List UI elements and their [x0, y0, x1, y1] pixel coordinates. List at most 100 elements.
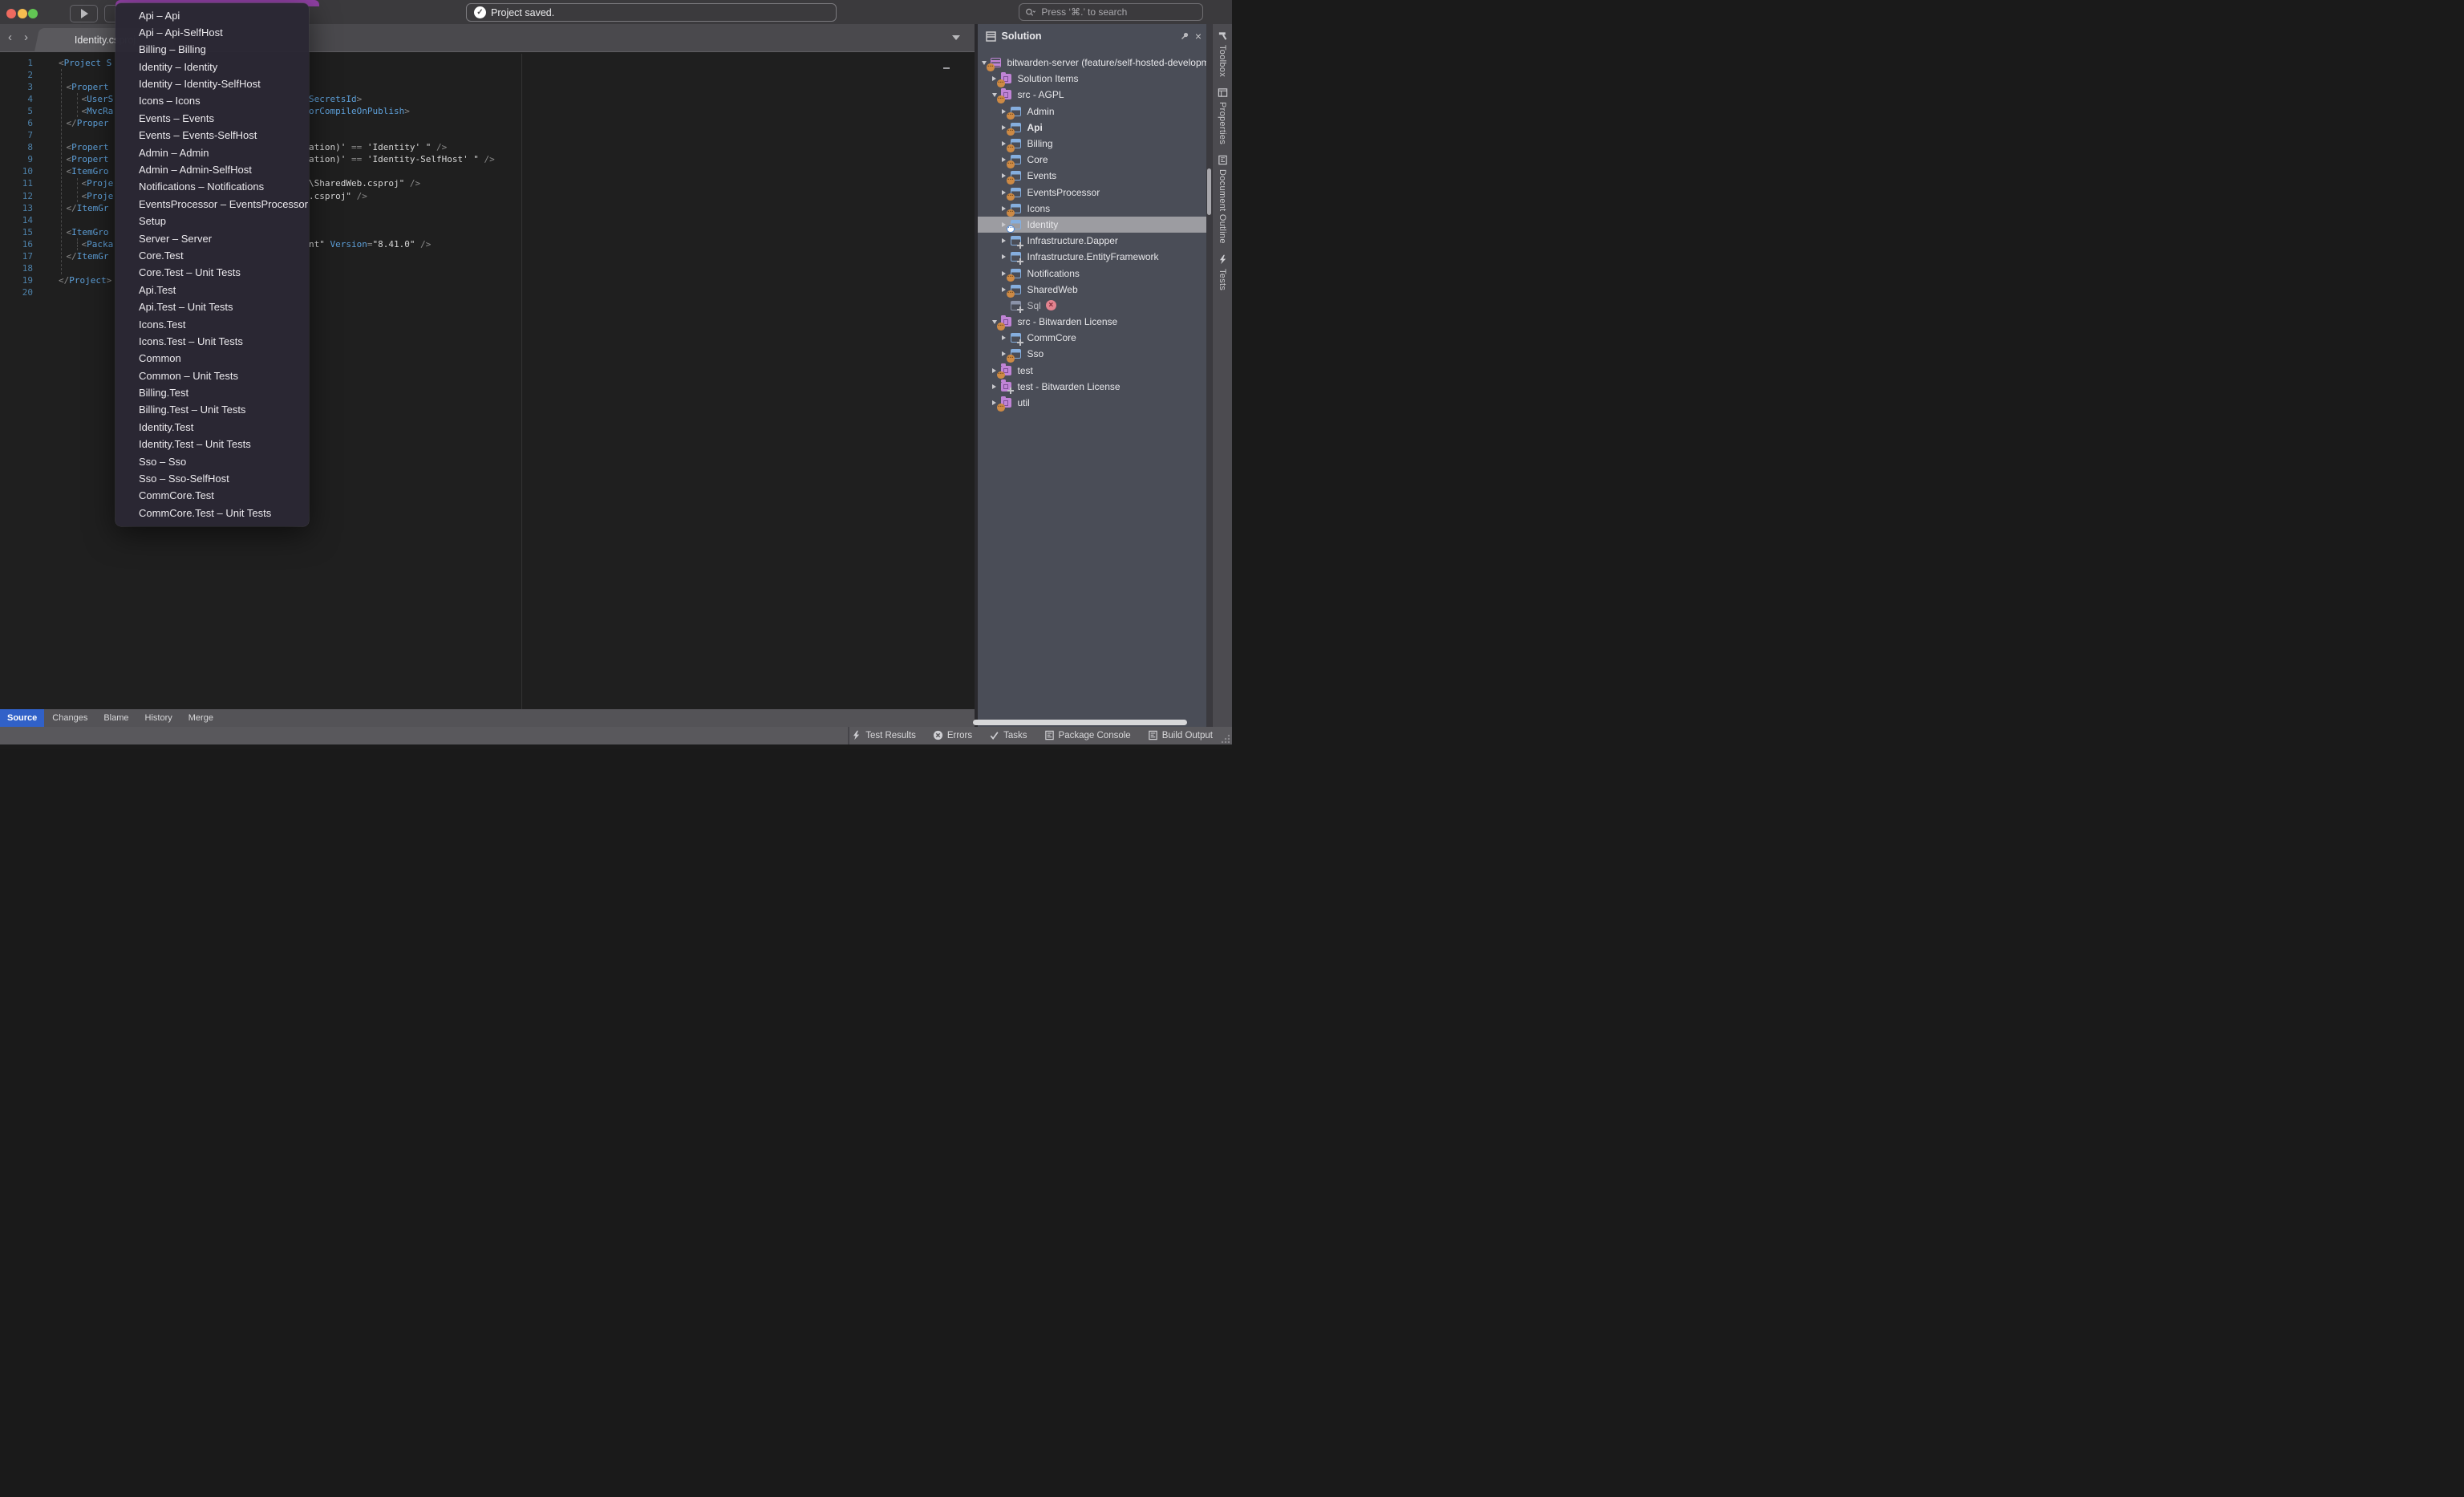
- dock-item-test-results[interactable]: Test Results: [851, 730, 916, 740]
- tree-row-test-bitwarden-license[interactable]: test - Bitwarden License: [978, 379, 1207, 395]
- tree-row-identity[interactable]: Identity: [978, 217, 1207, 233]
- tree-row-solution-items[interactable]: Solution Items: [978, 71, 1207, 87]
- code-token: Packa: [87, 239, 113, 250]
- tree-row-src-bitwarden-license[interactable]: src - Bitwarden License: [978, 314, 1207, 330]
- tree-row-sharedweb[interactable]: SharedWeb: [978, 282, 1207, 298]
- tree-row-notifications[interactable]: Notifications: [978, 265, 1207, 281]
- dock-item-tasks[interactable]: Tasks: [989, 730, 1027, 740]
- chevron-collapsed-icon[interactable]: [1000, 335, 1008, 340]
- config-menu-item[interactable]: Icons.Test – Unit Tests: [116, 333, 309, 350]
- config-menu-item[interactable]: Identity.Test – Unit Tests: [116, 436, 309, 452]
- config-menu-item[interactable]: Core.Test – Unit Tests: [116, 264, 309, 281]
- global-search-box[interactable]: [1019, 3, 1203, 21]
- dock-item-errors[interactable]: Errors: [933, 730, 972, 740]
- project-icon: [1011, 155, 1021, 164]
- dock-tab-properties[interactable]: Properties: [1218, 87, 1228, 144]
- minimize-window-button[interactable]: [18, 9, 27, 18]
- config-menu-item[interactable]: Setup: [116, 213, 309, 229]
- tree-row-api[interactable]: Api: [978, 120, 1207, 136]
- tree-row-sso[interactable]: Sso: [978, 346, 1207, 362]
- solution-scrollbar-thumb[interactable]: [1207, 168, 1211, 215]
- view-tab-source[interactable]: Source: [0, 709, 44, 728]
- config-menu-item[interactable]: Icons.Test: [116, 316, 309, 333]
- code-text: </Project>: [59, 275, 111, 286]
- view-tab-blame[interactable]: Blame: [95, 709, 136, 728]
- dock-item-label: Tasks: [1003, 731, 1027, 740]
- config-menu-item[interactable]: Admin – Admin-SelfHost: [116, 161, 309, 178]
- tree-row-billing[interactable]: Billing: [978, 136, 1207, 152]
- line-number: 16: [0, 239, 44, 250]
- config-menu-item[interactable]: Api.Test: [116, 282, 309, 298]
- chevron-collapsed-icon[interactable]: [1000, 254, 1008, 259]
- config-menu-item[interactable]: Core.Test: [116, 247, 309, 264]
- dock-tab-tests[interactable]: Tests: [1218, 254, 1228, 290]
- navigate-back-button[interactable]: ‹: [8, 30, 12, 46]
- tree-row-infrastructure-dapper[interactable]: Infrastructure.Dapper: [978, 233, 1207, 249]
- solution-scrollbar-track[interactable]: [1206, 24, 1212, 727]
- config-menu-item[interactable]: Api.Test – Unit Tests: [116, 298, 309, 315]
- config-menu-item[interactable]: Api – Api-SelfHost: [116, 24, 309, 41]
- config-menu-item[interactable]: Icons – Icons: [116, 92, 309, 109]
- chevron-collapsed-icon[interactable]: [1000, 238, 1008, 243]
- tree-row-infrastructure-entityframework[interactable]: Infrastructure.EntityFramework: [978, 249, 1207, 265]
- dock-tab-document-outline[interactable]: Document Outline: [1218, 155, 1228, 244]
- resize-grip[interactable]: [1221, 733, 1231, 744]
- config-menu-item[interactable]: Sso – Sso-SelfHost: [116, 470, 309, 487]
- pending-changes-badge: [997, 95, 1005, 103]
- dock-item-build-output[interactable]: Build Output: [1148, 730, 1213, 740]
- tree-row-util[interactable]: util: [978, 395, 1207, 411]
- config-menu-item[interactable]: Common: [116, 350, 309, 367]
- view-tab-history[interactable]: History: [137, 709, 180, 728]
- config-menu-item[interactable]: Server – Server: [116, 230, 309, 247]
- chevron-collapsed-icon[interactable]: [991, 384, 999, 389]
- tree-row-eventsprocessor[interactable]: EventsProcessor: [978, 185, 1207, 201]
- tree-row-commcore[interactable]: CommCore: [978, 330, 1207, 346]
- dock-item-label: Test Results: [865, 731, 916, 740]
- view-tab-merge[interactable]: Merge: [180, 709, 221, 728]
- tree-item-label: Billing: [1027, 138, 1053, 149]
- config-menu-item[interactable]: Billing – Billing: [116, 41, 309, 58]
- search-input[interactable]: [1040, 6, 1197, 18]
- code-token: </: [67, 251, 77, 262]
- tree-row-bitwarden-server-feature-self-hosted-development[interactable]: bitwarden-server (feature/self-hosted-de…: [978, 55, 1207, 71]
- config-menu-item[interactable]: Identity – Identity-SelfHost: [116, 75, 309, 92]
- added-badge: [1017, 258, 1023, 265]
- dock-item-package-console[interactable]: Package Console: [1044, 730, 1131, 740]
- config-menu-item[interactable]: Api – Api: [116, 7, 309, 24]
- close-pad-icon[interactable]: ×: [1195, 31, 1202, 42]
- tree-row-icons[interactable]: Icons: [978, 201, 1207, 217]
- tree-row-src-agpl[interactable]: src - AGPL: [978, 87, 1207, 103]
- navigate-forward-button[interactable]: ›: [24, 30, 28, 46]
- config-menu-item[interactable]: Events – Events-SelfHost: [116, 127, 309, 144]
- code-token: <: [59, 58, 64, 68]
- config-menu-item[interactable]: CommCore.Test – Unit Tests: [116, 505, 309, 521]
- config-menu-item[interactable]: Notifications – Notifications: [116, 178, 309, 195]
- tree-row-events[interactable]: Events: [978, 168, 1207, 184]
- config-menu-item[interactable]: CommCore.Test: [116, 487, 309, 504]
- config-menu-item[interactable]: Billing.Test: [116, 384, 309, 401]
- tree-row-sql[interactable]: Sql×: [978, 298, 1207, 314]
- config-menu-item[interactable]: Sso – Sso: [116, 453, 309, 470]
- run-button[interactable]: [70, 5, 98, 22]
- project-icon: [1011, 269, 1021, 278]
- config-menu-item[interactable]: Events – Events: [116, 110, 309, 127]
- zoom-window-button[interactable]: [28, 9, 38, 18]
- close-window-button[interactable]: [6, 9, 16, 18]
- config-menu-item[interactable]: Identity.Test: [116, 419, 309, 436]
- solution-file-icon: [991, 58, 1001, 67]
- solution-horizontal-scrollbar[interactable]: [973, 720, 1187, 725]
- config-menu-item[interactable]: Billing.Test – Unit Tests: [116, 401, 309, 418]
- dock-tab-toolbox[interactable]: Toolbox: [1218, 30, 1228, 77]
- code-text: </ItemGr: [67, 251, 109, 262]
- view-tab-changes[interactable]: Changes: [44, 709, 95, 728]
- config-menu-item[interactable]: Identity – Identity: [116, 59, 309, 75]
- tab-list-dropdown-icon[interactable]: [952, 35, 960, 40]
- tree-row-core[interactable]: Core: [978, 152, 1207, 168]
- tree-item-label: Sql: [1027, 300, 1041, 311]
- config-menu-item[interactable]: EventsProcessor – EventsProcessor: [116, 196, 309, 213]
- pin-pad-icon[interactable]: [1180, 31, 1189, 41]
- tree-row-admin[interactable]: Admin: [978, 103, 1207, 120]
- tree-row-test[interactable]: test: [978, 363, 1207, 379]
- config-menu-item[interactable]: Common – Unit Tests: [116, 367, 309, 384]
- config-menu-item[interactable]: Admin – Admin: [116, 144, 309, 161]
